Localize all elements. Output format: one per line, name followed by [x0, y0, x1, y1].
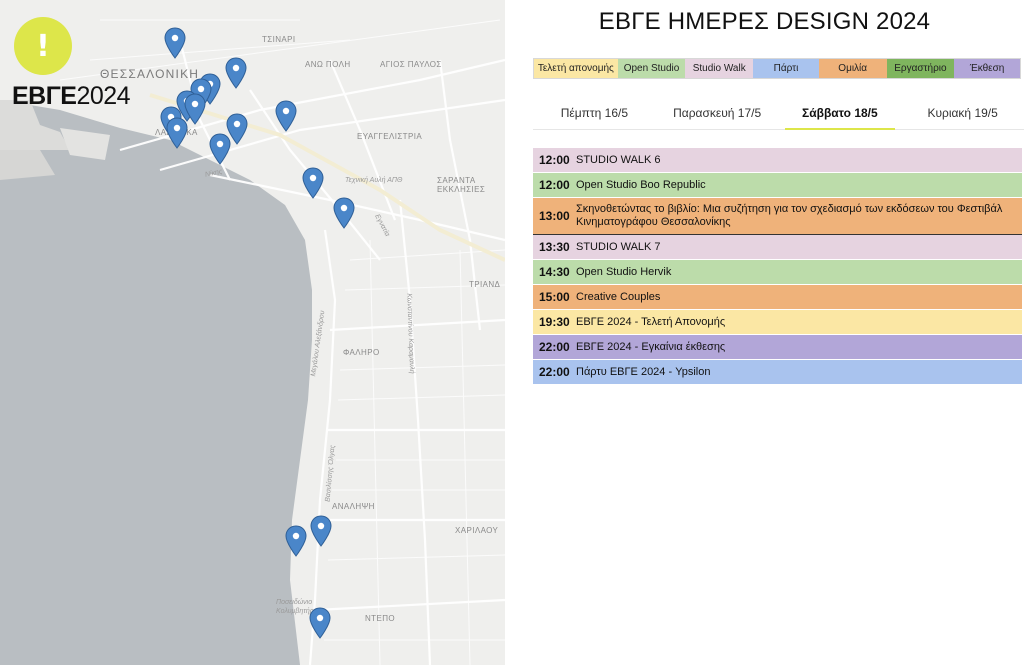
- event-row[interactable]: 19:30 ΕΒΓΕ 2024 - Τελετή Απονομής: [533, 310, 1022, 335]
- category-legend: Τελετή απονομής Open Studio Studio Walk Πάρ…: [533, 58, 1021, 79]
- event-time: 19:30: [539, 315, 570, 329]
- event-time: 13:00: [539, 209, 570, 223]
- event-name: STUDIO WALK 7: [576, 240, 661, 253]
- event-time: 12:00: [539, 153, 570, 167]
- map-label-ano-poli: ΑΝΩ ΠΟΛΗ: [305, 60, 351, 69]
- map-label-ntepo: ΝΤΕΠΟ: [365, 614, 395, 623]
- legend-item: Πάρτι: [753, 59, 819, 78]
- map-label-texniki-akti: Τεχνική Αυλή ΑΠΘ: [345, 177, 403, 184]
- day-tab[interactable]: Σάββατο 18/5: [779, 96, 902, 130]
- logo-mark: !: [14, 17, 72, 75]
- event-time: 12:00: [539, 178, 570, 192]
- event-name: Σκηνοθετώντας το βιβλίο: Μια συζήτηση γι…: [576, 203, 1003, 228]
- map-label-charilaou: ΧΑΡΙΛΑΟΥ: [455, 526, 499, 535]
- map-pin-icon[interactable]: [164, 27, 186, 59]
- schedule-panel: ΕΒΓΕ ΗΜΕΡΕΣ DESIGN 2024 Τελετή απονομής O…: [505, 0, 1024, 665]
- day-tab[interactable]: Πέμπτη 16/5: [533, 96, 656, 129]
- event-row[interactable]: 12:00 STUDIO WALK 6: [533, 148, 1022, 173]
- map-label-evangelistria: ΕΥΑΓΓΕΛΙΣΤΡΙΑ: [357, 132, 423, 141]
- legend-item: Open Studio: [617, 59, 686, 78]
- event-name: ΕΒΓΕ 2024 - Τελετή Απονομής: [576, 315, 726, 328]
- event-row[interactable]: 22:00 Πάρτυ ΕΒΓΕ 2024 - Ypsilon: [533, 360, 1022, 385]
- event-name: Open Studio Hervik: [576, 265, 672, 278]
- map-label-trianda: ΤΡΙΑΝΔ: [469, 280, 501, 289]
- event-list: 12:00 STUDIO WALK 6 12:00 Open Studio Boo R…: [533, 148, 1022, 385]
- event-time: 22:00: [539, 340, 570, 354]
- map-label-faliro: ΦΑΛΗΡΟ: [343, 348, 380, 357]
- map-pin-icon[interactable]: [166, 117, 188, 149]
- map-pin-icon[interactable]: [302, 167, 324, 199]
- map-label-analipsi: ΑΝΑΛΗΨΗ: [332, 502, 375, 511]
- map-pin-icon[interactable]: [285, 525, 307, 557]
- event-row[interactable]: 13:00 Σκηνοθετώντας το βιβλίο: Μια συζήτη…: [533, 198, 1022, 235]
- event-name: STUDIO WALK 6: [576, 153, 661, 166]
- event-row[interactable]: 13:30 STUDIO WALK 7: [533, 235, 1022, 260]
- day-tab[interactable]: Παρασκευή 17/5: [656, 96, 779, 129]
- map-label-saranta-ekklisies: ΣΑΡΑΝΤΑ ΕΚΚΛΗΣΙΕΣ: [437, 176, 486, 194]
- event-name: Πάρτυ ΕΒΓΕ 2024 - Ypsilon: [576, 365, 711, 378]
- event-row[interactable]: 22:00 ΕΒΓΕ 2024 - Εγκαίνια έκθεσης: [533, 335, 1022, 360]
- legend-item: Εργαστήριο: [886, 59, 955, 78]
- event-name: Creative Couples: [576, 290, 661, 303]
- map-pin-icon[interactable]: [275, 100, 297, 132]
- day-tab[interactable]: Κυριακή 19/5: [901, 96, 1024, 129]
- map-pin-icon[interactable]: [309, 607, 331, 639]
- event-row[interactable]: 15:00 Creative Couples: [533, 285, 1022, 310]
- map-pin-icon[interactable]: [310, 515, 332, 547]
- map-pin-icon[interactable]: [333, 197, 355, 229]
- legend-item: Έκθεση: [954, 59, 1020, 78]
- page-title: ΕΒΓΕ ΗΜΕΡΕΣ DESIGN 2024: [598, 8, 931, 35]
- map-pin-icon[interactable]: [225, 57, 247, 89]
- legend-item: Ομιλία: [818, 59, 887, 78]
- event-name: ΕΒΓΕ 2024 - Εγκαίνια έκθεσης: [576, 340, 726, 353]
- event-time: 22:00: [539, 365, 570, 379]
- event-time: 13:30: [539, 240, 570, 254]
- map-pin-icon[interactable]: [209, 133, 231, 165]
- exclamation-icon: !: [36, 28, 50, 64]
- map[interactable]: ΘΕΣΣΑΛΟΝΙΚΗ ΤΣΙΝΑΡΙ ΑΝΩ ΠΟΛΗ ΑΓΙΟΣ ΠΑΥΛΟ…: [0, 0, 505, 665]
- map-label-agios-pavlos: ΑΓΙΟΣ ΠΑΥΛΟΣ: [380, 60, 442, 69]
- legend-item: Τελετή απονομής: [534, 59, 618, 78]
- event-row[interactable]: 12:00 Open Studio Boo Republic: [533, 173, 1022, 198]
- map-label-thessaloniki: ΘΕΣΣΑΛΟΝΙΚΗ: [100, 67, 200, 81]
- event-row[interactable]: 14:30 Open Studio Hervik: [533, 260, 1022, 285]
- event-time: 15:00: [539, 290, 570, 304]
- legend-item: Studio Walk: [685, 59, 754, 78]
- day-tabs: Πέμπτη 16/5 Παρασκευή 17/5 Σάββατο 18/5 Κυρ…: [533, 96, 1024, 130]
- event-name: Open Studio Boo Republic: [576, 178, 706, 191]
- map-label-tsinari: ΤΣΙΝΑΡΙ: [262, 35, 296, 44]
- event-time: 14:30: [539, 265, 570, 279]
- logo-text: ΕΒΓΕ2024: [12, 82, 131, 110]
